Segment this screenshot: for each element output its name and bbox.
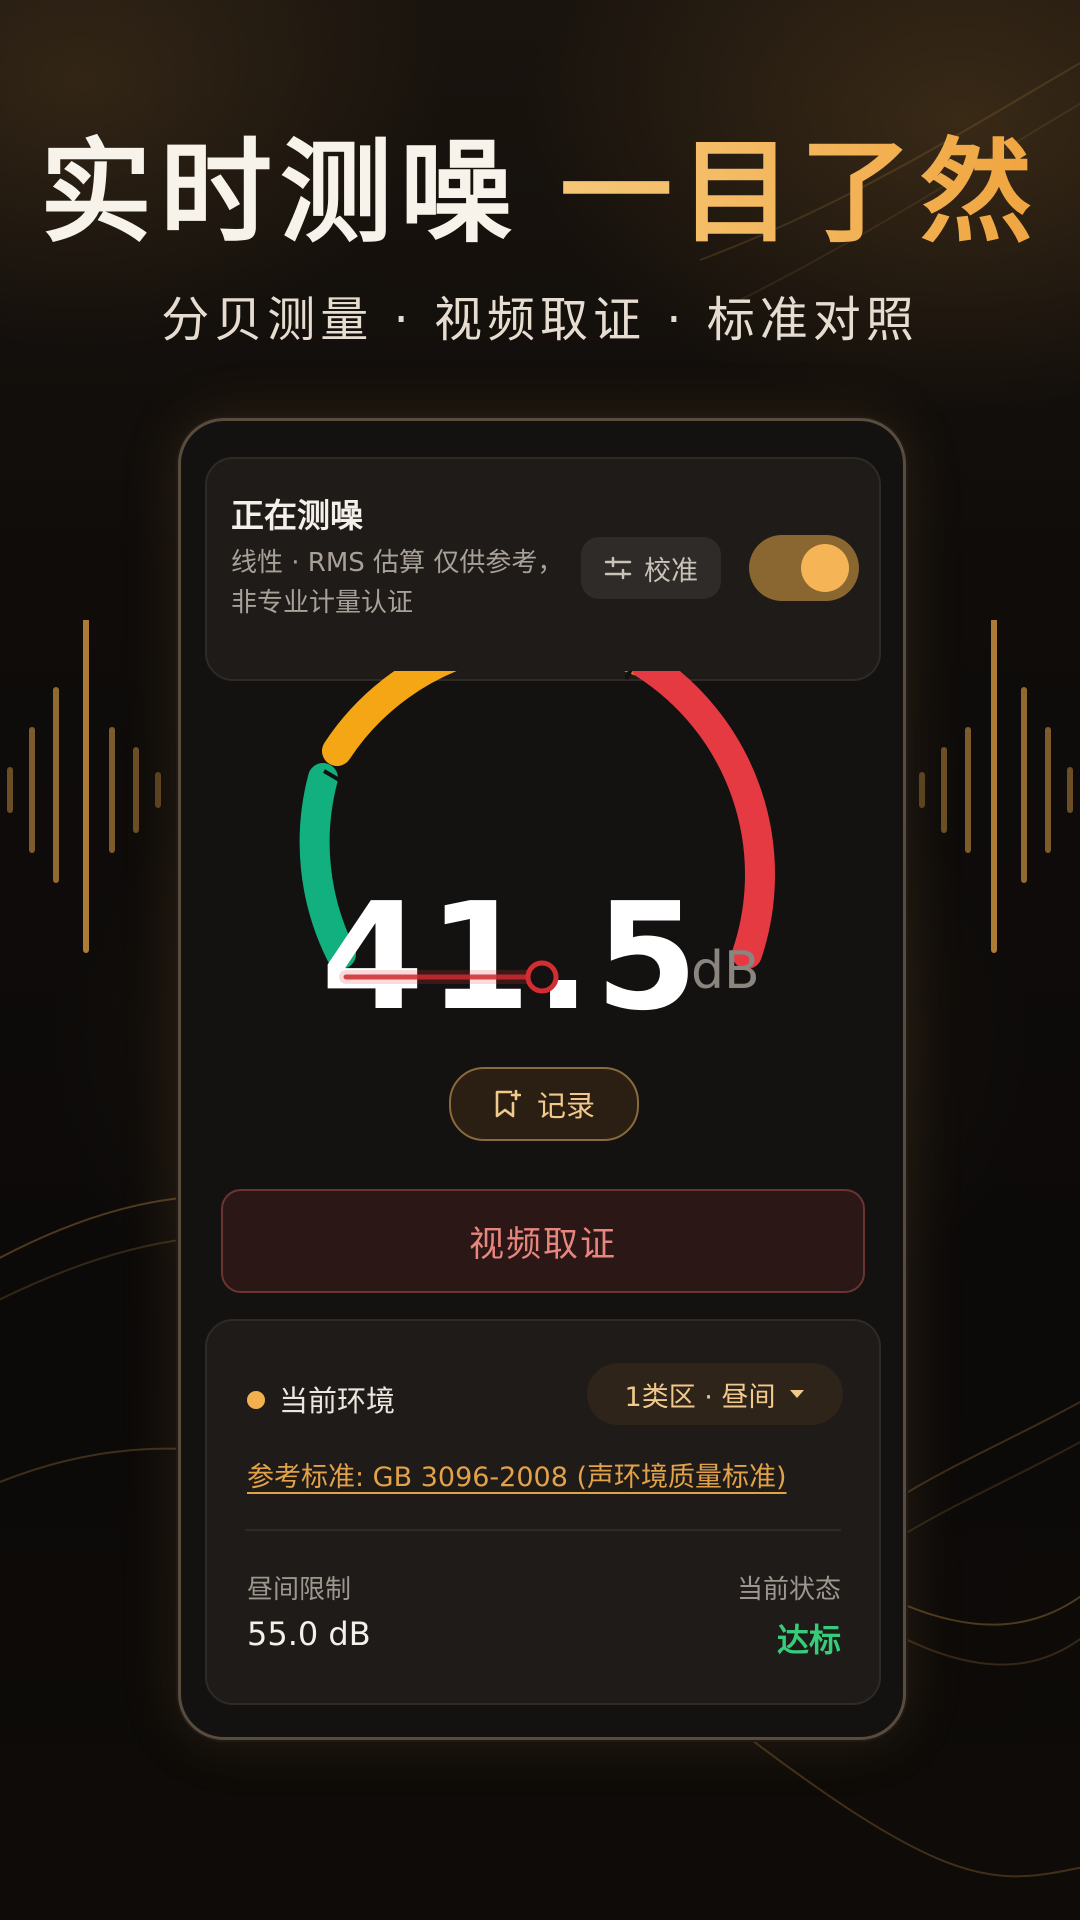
calibrate-button[interactable]: 校准 <box>581 537 721 599</box>
record-button[interactable]: 记录 <box>449 1067 639 1141</box>
current-state-label: 当前状态 <box>736 1575 841 1605</box>
app-screen: 实时测噪 一目了然 分贝测量 · 视频取证 · 标准对照 正在测噪 线性 · RM… <box>0 0 1080 1920</box>
caret-down-icon <box>790 1390 805 1398</box>
divider <box>245 1529 841 1531</box>
headline-part-2: 一目了然 <box>560 128 1040 258</box>
reference-standard-link[interactable]: 参考标准: GB 3096-2008 (声环境质量标准) <box>247 1455 787 1494</box>
bookmark-add-icon <box>495 1089 521 1118</box>
daytime-limit-label: 昼间限制 <box>247 1575 352 1605</box>
phone-frame: 正在测噪 线性 · RMS 估算 仅供参考，非专业计量认证 校准 41.5 dB… <box>178 418 906 1740</box>
gauge-arc-amber <box>322 671 457 766</box>
headline: 实时测噪 一目了然 <box>0 128 1080 258</box>
environment-dot-icon <box>247 1391 265 1409</box>
environment-label: 当前环境 <box>279 1384 396 1418</box>
sliders-icon <box>604 556 632 580</box>
status-title: 正在测噪 <box>231 496 363 535</box>
record-label: 记录 <box>536 1089 595 1123</box>
feature-subline: 分贝测量 · 视频取证 · 标准对照 <box>161 292 919 348</box>
decibel-unit: dB <box>691 941 760 1001</box>
measure-toggle[interactable] <box>749 535 859 601</box>
measuring-status-card: 正在测噪 线性 · RMS 估算 仅供参考，非专业计量认证 校准 <box>205 457 881 681</box>
environment-card: 当前环境 1类区 · 昼间 参考标准: GB 3096-2008 (声环境质量标… <box>205 1319 881 1705</box>
headline-part-1: 实时测噪 <box>40 128 520 258</box>
toggle-knob <box>801 544 849 592</box>
waveform-bars-left <box>7 620 161 953</box>
waveform-bars-right <box>919 620 1073 953</box>
current-state-value: 达标 <box>776 1621 841 1659</box>
zone-select[interactable]: 1类区 · 昼间 <box>587 1363 843 1425</box>
daytime-limit-value: 55.0 dB <box>247 1615 371 1653</box>
zone-select-value: 1类区 · 昼间 <box>624 1381 776 1413</box>
decibel-value: 41.5 <box>321 871 703 1043</box>
video-evidence-button[interactable]: 视频取证 <box>221 1189 865 1293</box>
status-subtitle: 线性 · RMS 估算 仅供参考，非专业计量认证 <box>231 548 564 618</box>
calibrate-label: 校准 <box>644 555 698 587</box>
